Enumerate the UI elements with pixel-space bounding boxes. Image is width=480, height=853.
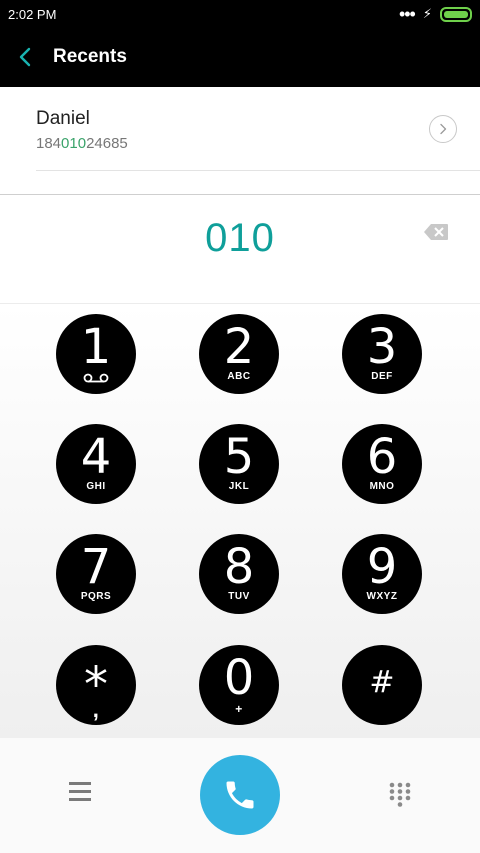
key-digit: 8 bbox=[223, 539, 255, 595]
dial-keypad: 1 2 ABC 3 DEF 4 GHI 5 JKL 6 MNO 7 PQRS 8… bbox=[0, 304, 480, 738]
number-match: 010 bbox=[61, 135, 87, 152]
divider bbox=[36, 170, 480, 171]
key-digit: 3 bbox=[366, 319, 398, 375]
call-button[interactable] bbox=[200, 755, 280, 835]
status-bar: 2:02 PM ••• ⚡ bbox=[0, 0, 480, 28]
key-5[interactable]: 5 JKL bbox=[199, 424, 279, 504]
chevron-right-icon bbox=[440, 123, 447, 135]
key-letters: GHI bbox=[86, 481, 106, 492]
number-suffix: 24685 bbox=[86, 135, 128, 152]
key-letters: TUV bbox=[228, 591, 250, 602]
key-digit: 6 bbox=[366, 429, 398, 485]
key-0[interactable]: 0 + bbox=[199, 645, 279, 725]
key-digit: 9 bbox=[366, 539, 398, 595]
key-star[interactable]: * , bbox=[56, 645, 136, 725]
key-digit: # bbox=[369, 665, 395, 700]
contact-detail-button[interactable] bbox=[429, 115, 457, 143]
bottom-bar bbox=[0, 738, 480, 853]
contact-name: Daniel bbox=[36, 108, 90, 129]
key-digit: 2 bbox=[223, 319, 255, 375]
phone-icon bbox=[226, 781, 254, 809]
key-letters: PQRS bbox=[80, 591, 112, 602]
contact-number: 18401024685 bbox=[36, 135, 128, 152]
key-letters: MNO bbox=[369, 481, 395, 492]
key-2[interactable]: 2 ABC bbox=[199, 314, 279, 394]
key-digit: 5 bbox=[223, 429, 255, 485]
status-time: 2:02 PM bbox=[8, 7, 57, 22]
number-prefix: 184 bbox=[36, 135, 62, 152]
more-notifications-icon: ••• bbox=[398, 4, 416, 24]
dialed-number[interactable]: 010 bbox=[0, 216, 480, 261]
key-digit: 0 bbox=[223, 650, 255, 706]
status-icons: ••• ⚡ bbox=[398, 4, 472, 24]
key-letters: WXYZ bbox=[366, 591, 398, 602]
chevron-left-icon[interactable] bbox=[14, 45, 38, 69]
key-hash[interactable]: # bbox=[342, 645, 422, 725]
key-3[interactable]: 3 DEF bbox=[342, 314, 422, 394]
key-4[interactable]: 4 GHI bbox=[56, 424, 136, 504]
key-9[interactable]: 9 WXYZ bbox=[342, 534, 422, 614]
key-letters: JKL bbox=[228, 481, 250, 492]
contact-result-row[interactable]: Daniel 18401024685 bbox=[0, 87, 480, 171]
key-8[interactable]: 8 TUV bbox=[199, 534, 279, 614]
key-6[interactable]: 6 MNO bbox=[342, 424, 422, 504]
charging-icon: ⚡ bbox=[422, 6, 432, 21]
key-letters: DEF bbox=[371, 371, 393, 382]
voicemail-icon bbox=[83, 373, 109, 383]
key-letters: , bbox=[92, 697, 100, 722]
dialpad-icon[interactable] bbox=[388, 782, 412, 808]
key-letters: ABC bbox=[227, 371, 251, 382]
key-7[interactable]: 7 PQRS bbox=[56, 534, 136, 614]
battery-icon bbox=[440, 6, 472, 22]
menu-icon[interactable] bbox=[69, 782, 91, 802]
key-digit: 4 bbox=[80, 429, 112, 485]
dial-entry-area: 010 bbox=[0, 195, 480, 304]
backspace-icon[interactable] bbox=[423, 223, 449, 241]
app-bar: Recents bbox=[0, 28, 480, 87]
key-digit: 7 bbox=[80, 539, 112, 595]
key-1[interactable]: 1 bbox=[56, 314, 136, 394]
key-digit: 1 bbox=[80, 319, 112, 375]
key-letters: + bbox=[235, 702, 243, 716]
page-title: Recents bbox=[53, 46, 127, 67]
